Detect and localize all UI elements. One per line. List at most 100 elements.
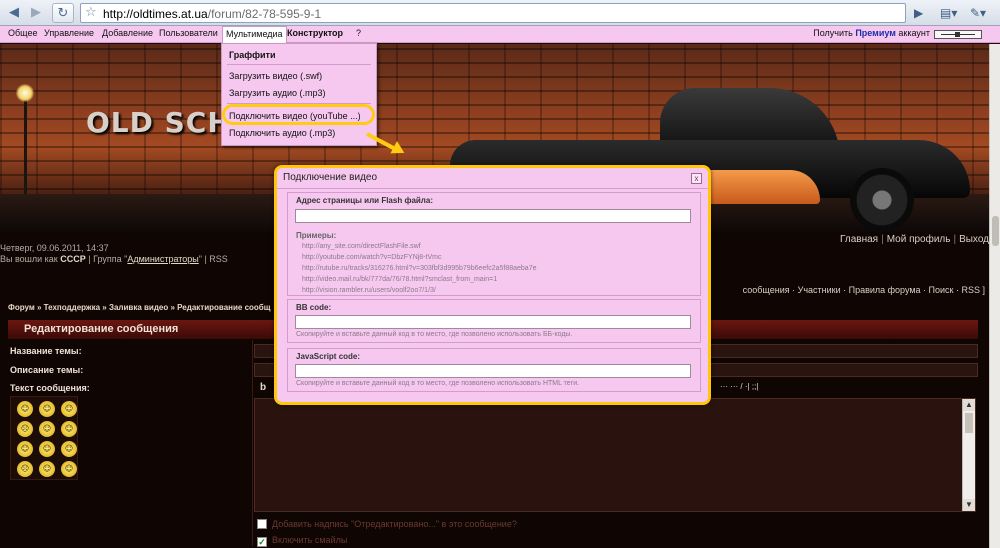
- connect-video-dialog: Подключение видео x Адрес страницы или F…: [274, 165, 711, 405]
- column-divider: [252, 340, 253, 546]
- car-wheel-rear: [850, 168, 914, 232]
- url-text[interactable]: http://oldtimes.at.ua/forum/82-78-595-9-…: [103, 7, 321, 21]
- enable-smileys-label: Включить смайлы: [272, 535, 348, 545]
- link-profile[interactable]: Мой профиль: [887, 234, 951, 245]
- top-nav-links: Главная | Мой профиль | Выход: [840, 234, 989, 245]
- bbcode-output[interactable]: [295, 315, 691, 329]
- smiley-icon[interactable]: ☺: [17, 401, 33, 417]
- multimedia-dropdown: Граффити Загрузить видео (.swf) Загрузит…: [221, 43, 377, 146]
- smiley-icon[interactable]: ☺: [39, 421, 55, 437]
- menu-users[interactable]: Пользователи: [159, 28, 218, 38]
- enable-smileys-option[interactable]: ✓ Включить смайлы: [257, 535, 347, 547]
- smiley-icon[interactable]: ☺: [61, 401, 77, 417]
- browser-toolbar: ◀ ▶ ↻ ☆ http://oldtimes.at.ua/forum/82-7…: [0, 0, 1000, 26]
- examples-title: Примеры:: [296, 231, 337, 240]
- bold-button[interactable]: b: [260, 382, 266, 393]
- jscode-fieldset: JavaScript code: Скопируйте и вставьте д…: [287, 348, 701, 392]
- smiley-icon[interactable]: ☹: [17, 461, 33, 477]
- menu-constructor[interactable]: Конструктор: [287, 28, 343, 38]
- edited-note-label: Добавить надпись "Отредактировано..." в …: [272, 519, 517, 529]
- edited-note-checkbox[interactable]: [257, 519, 267, 529]
- example-url: http://any_site.com/directFlashFile.swf: [302, 243, 421, 250]
- reload-icon[interactable]: ↻: [52, 3, 74, 23]
- editor-scrollbar[interactable]: ▲ ▼: [962, 399, 975, 511]
- smiley-icon[interactable]: ☺: [61, 441, 77, 457]
- highlight-ring: [222, 104, 375, 125]
- link-logout[interactable]: Выход: [959, 234, 989, 245]
- group-link[interactable]: Администраторы: [127, 254, 198, 264]
- smiley-icon[interactable]: ☺: [39, 441, 55, 457]
- close-icon[interactable]: x: [691, 173, 702, 184]
- premium-prefix: Получить: [813, 28, 853, 38]
- smiley-icon[interactable]: ☺: [61, 461, 77, 477]
- dropdown-upload-video[interactable]: Загрузить видео (.swf): [229, 71, 322, 81]
- bbcode-legend: BB code:: [296, 303, 332, 312]
- lamp-post: [24, 100, 27, 205]
- enable-smileys-checkbox[interactable]: ✓: [257, 537, 267, 547]
- smiley-icon[interactable]: ☺: [61, 421, 77, 437]
- example-url: http://video.mail.ru/bk/777da/76/78.html…: [302, 276, 498, 283]
- star-icon[interactable]: ☆: [85, 5, 97, 20]
- label-topic-desc: Описание темы:: [10, 365, 84, 375]
- logged-prefix: Вы вошли как: [0, 254, 58, 264]
- menu-add[interactable]: Добавление: [102, 28, 153, 38]
- breadcrumb[interactable]: Форум » Техподдержка » Заливка видео » Р…: [8, 303, 270, 312]
- url-path: /forum/82-78-595-9-1: [207, 7, 322, 21]
- admin-menubar: Общее Управление Добавление Пользователи…: [0, 26, 1000, 43]
- page-scrollbar[interactable]: [989, 44, 1000, 548]
- menu-multimedia[interactable]: Мультимедиа: [222, 26, 287, 43]
- current-datetime: Четверг, 09.06.2011, 14:37: [0, 243, 109, 253]
- example-url: http://youtube.com/watch?v=DbzFYNj8-tVmc: [302, 254, 442, 261]
- url-host: http://oldtimes.at.ua: [103, 7, 208, 21]
- scroll-down-icon[interactable]: ▼: [963, 499, 975, 511]
- smiley-icon[interactable]: ☺: [39, 401, 55, 417]
- forum-links[interactable]: сообщения · Участники · Правила форума ·…: [743, 285, 985, 295]
- premium-word: Премиум: [855, 28, 896, 38]
- group-suffix: " | RSS: [198, 254, 228, 264]
- group-prefix: | Группа ": [88, 254, 128, 264]
- smiley-icon[interactable]: ☺: [39, 461, 55, 477]
- dialog-titlebar: Подключение видео x: [277, 168, 708, 189]
- example-url: http://vision.rambler.ru/users/voolf2oo7…: [302, 287, 436, 294]
- play-icon[interactable]: ▶: [914, 3, 923, 23]
- link-home[interactable]: Главная: [840, 234, 878, 245]
- toolbar-extra-buttons[interactable]: ··· ··· / ·| ;;|: [720, 382, 758, 391]
- jscode-output[interactable]: [295, 364, 691, 378]
- dropdown-connect-audio[interactable]: Подключить аудио (.mp3): [229, 128, 335, 138]
- scroll-thumb[interactable]: [965, 413, 973, 433]
- url-fieldset: Адрес страницы или Flash файла: Примеры:…: [287, 192, 701, 296]
- address-bar[interactable]: ☆ http://oldtimes.at.ua/forum/82-78-595-…: [80, 3, 906, 23]
- username-link[interactable]: СССР: [60, 254, 86, 264]
- forward-icon[interactable]: ▶: [26, 3, 46, 23]
- bbcode-hint: Скопируйте и вставьте данный код в то ме…: [296, 331, 573, 338]
- jscode-hint: Скопируйте и вставьте данный код в то ме…: [296, 380, 580, 387]
- label-message-text: Текст сообщения:: [10, 383, 90, 393]
- wrench-icon[interactable]: ✎▾: [970, 3, 986, 23]
- bbcode-fieldset: BB code: Скопируйте и вставьте данный ко…: [287, 299, 701, 343]
- smiley-icon[interactable]: ☹: [17, 421, 33, 437]
- back-icon[interactable]: ◀: [4, 3, 24, 23]
- page-icon[interactable]: ▤▾: [940, 3, 957, 23]
- menu-help[interactable]: ?: [356, 28, 361, 38]
- scroll-up-icon[interactable]: ▲: [963, 399, 975, 411]
- example-url: http://rutube.ru/tracks/316276.html?v=30…: [302, 265, 537, 272]
- dropdown-graffiti[interactable]: Граффити: [229, 50, 276, 60]
- message-textarea[interactable]: [254, 398, 976, 512]
- dropdown-upload-audio[interactable]: Загрузить аудио (.mp3): [229, 88, 326, 98]
- edited-note-option[interactable]: Добавить надпись "Отредактировано..." в …: [257, 519, 517, 529]
- panel-slider-icon[interactable]: [934, 30, 982, 39]
- menu-management[interactable]: Управление: [44, 28, 94, 38]
- smiley-panel: ☺ ☺ ☺ ☹ ☺ ☺ ☺ ☺ ☺ ☹ ☺ ☺: [10, 396, 78, 480]
- lamp-light: [16, 84, 34, 102]
- menu-general[interactable]: Общее: [8, 28, 37, 38]
- login-status: Вы вошли как СССР | Группа "Администрато…: [0, 254, 228, 264]
- premium-link[interactable]: Получить Премиум аккаунт: [813, 28, 930, 38]
- url-legend: Адрес страницы или Flash файла:: [296, 196, 434, 205]
- dialog-title: Подключение видео: [283, 172, 378, 183]
- dropdown-divider: [227, 64, 371, 65]
- label-topic-title: Название темы:: [10, 346, 82, 356]
- jscode-legend: JavaScript code:: [296, 352, 361, 361]
- video-url-input[interactable]: [295, 209, 691, 223]
- premium-suffix: аккаунт: [898, 28, 930, 38]
- smiley-icon[interactable]: ☺: [17, 441, 33, 457]
